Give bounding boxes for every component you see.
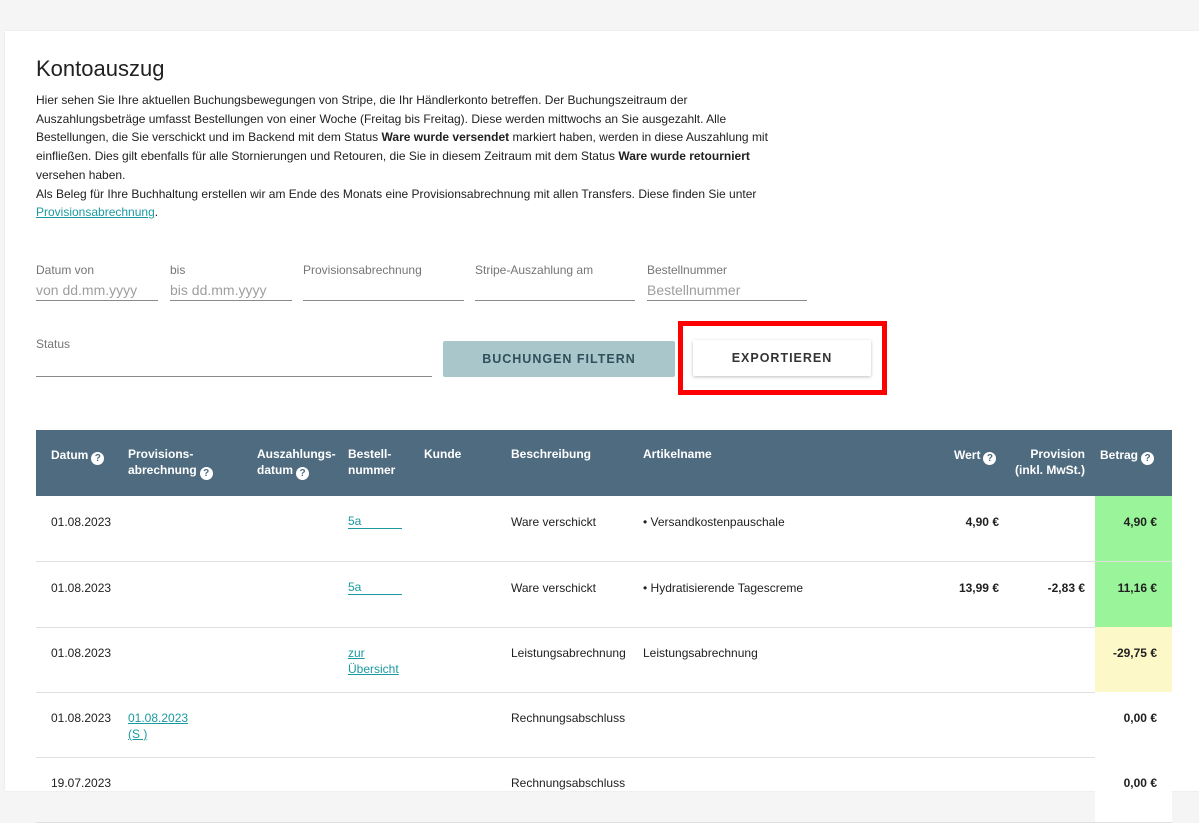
header-beschreibung[interactable]: Beschreibung — [511, 446, 591, 462]
cell-beschreibung: Leistungsabrechnung — [511, 646, 626, 660]
cell-bestellnummer-link[interactable]: 5a — [348, 514, 402, 529]
provisionsabrechnung-select[interactable]: Provisionsabrechnung — [303, 263, 464, 303]
datum-von-input[interactable]: von dd.mm.yyyy — [36, 280, 158, 301]
header-label: Auszahlungs- — [257, 447, 336, 461]
header-artikelname[interactable]: Artikelname — [643, 446, 712, 462]
cell-wert: 13,99 € — [958, 581, 999, 595]
help-icon[interactable]: ? — [199, 467, 213, 480]
header-provisionsabrechnung[interactable]: Provisions-abrechnung? — [128, 446, 213, 480]
header-label: Wert — [954, 448, 981, 462]
datum-von-label: Datum von — [36, 263, 95, 277]
table-header: Datum? Provisions-abrechnung? Auszahlung… — [36, 430, 1172, 496]
cell-bestellnummer-link[interactable]: 5a — [348, 580, 402, 595]
table-row: 01.08.2023 5a Ware verschickt • Hydratisier… — [36, 562, 1172, 628]
cell-datum: 01.08.2023 — [51, 711, 112, 725]
cell-artikelname: Leistungsabrechnung — [643, 646, 758, 660]
cell-beschreibung: Rechnungsabschluss — [511, 711, 626, 725]
bestellnummer-field[interactable]: Bestellnummer Bestellnummer — [647, 263, 807, 303]
header-label: (inkl. MwSt.) — [1015, 463, 1085, 477]
provisionsabrechnung-link[interactable]: Provisionsabrechnung — [36, 205, 155, 219]
cell-betrag: 11,16 € — [1117, 581, 1157, 595]
header-kunde[interactable]: Kunde — [424, 446, 461, 462]
help-icon[interactable]: ? — [983, 452, 997, 465]
export-button[interactable]: EXPORTIEREN — [693, 340, 871, 376]
cell-artikelname: • Hydratisierende Tagescreme — [643, 581, 804, 595]
table-row: 19.07.2023 Rechnungsabschluss 0,00 € — [36, 757, 1172, 823]
status-label: Status — [36, 337, 71, 351]
cell-betrag: 0,00 € — [1123, 711, 1157, 725]
header-betrag[interactable]: Betrag? — [1100, 447, 1155, 465]
cell-beschreibung: Ware verschickt — [511, 515, 596, 529]
header-auszahlungsdatum[interactable]: Auszahlungs-datum? — [257, 446, 336, 480]
link-text: (S ) — [128, 727, 148, 741]
header-label: Provision — [1030, 447, 1085, 461]
bis-field[interactable]: bis bis dd.mm.yyyy — [170, 263, 292, 303]
header-label: Provisions- — [128, 447, 194, 461]
stripe-auszahlung-value[interactable] — [475, 280, 635, 301]
provisionsabrechnung-value[interactable] — [303, 280, 464, 301]
link-text: 5a — [348, 514, 362, 528]
header-provision[interactable]: Provision (inkl. MwSt.) — [1006, 446, 1085, 478]
cell-datum: 01.08.2023 — [51, 515, 112, 529]
cell-artikelname: • Versandkostenpauschale — [643, 515, 785, 529]
cell-beschreibung: Rechnungsabschluss — [511, 776, 626, 790]
header-label: datum — [257, 463, 293, 477]
table-row: 01.08.2023 5a Ware verschickt • Versandkost… — [36, 496, 1172, 562]
link-text: 01.08.2023 — [128, 711, 189, 725]
status-returned-label: Ware wurde retourniert — [618, 149, 750, 164]
status-select[interactable]: Status — [36, 337, 432, 377]
header-datum-label: Datum — [51, 448, 89, 462]
link-text: Übersicht — [348, 662, 399, 676]
cell-bestellnummer-link[interactable] — [348, 710, 402, 726]
intro-part: Als Beleg für Ihre Buchhaltung erstellen… — [36, 186, 757, 201]
table-row: 01.08.2023 zur Übersicht Leistungsabrechnun… — [36, 627, 1172, 693]
help-icon[interactable]: ? — [1141, 452, 1155, 465]
intro-text: Hier sehen Sie Ihre aktuellen Buchungsbe… — [36, 91, 796, 222]
header-label: Betrag — [1100, 448, 1139, 462]
cell-datum: 01.08.2023 — [51, 646, 112, 660]
cell-beschreibung: Ware verschickt — [511, 581, 596, 595]
header-bestellnummer[interactable]: Bestell-nummer — [348, 446, 395, 478]
link-text: 5a — [348, 580, 362, 594]
datum-von-field[interactable]: Datum von von dd.mm.yyyy — [36, 263, 158, 303]
cell-wert: 4,90 € — [965, 515, 999, 529]
bis-label: bis — [170, 263, 186, 277]
header-wert[interactable]: Wert? — [954, 447, 997, 465]
cell-datum: 19.07.2023 — [51, 776, 112, 790]
cell-betrag: 0,00 € — [1123, 776, 1157, 790]
cell-bestellnummer-link[interactable]: zur Übersicht — [348, 645, 402, 677]
header-label: nummer — [348, 463, 396, 477]
table-row: 01.08.2023 01.08.2023 (S ) Rechnungsabschlu… — [36, 692, 1172, 758]
status-sent-label: Ware wurde versendet — [381, 130, 510, 145]
stripe-auszahlung-label: Stripe-Auszahlung am — [475, 263, 594, 277]
status-value[interactable] — [36, 356, 432, 377]
help-icon[interactable]: ? — [91, 452, 105, 465]
help-icon[interactable]: ? — [296, 467, 309, 480]
header-label: Bestell- — [348, 447, 392, 461]
stripe-auszahlung-select[interactable]: Stripe-Auszahlung am — [475, 263, 635, 303]
filter-button[interactable]: BUCHUNGEN FILTERN — [443, 341, 675, 377]
cell-bestellnummer-link[interactable] — [348, 775, 402, 791]
bestellnummer-label: Bestellnummer — [647, 263, 728, 277]
intro-part: . — [154, 205, 159, 220]
header-datum[interactable]: Datum? — [51, 447, 105, 465]
cell-betrag: 4,90 € — [1123, 515, 1157, 529]
cell-betrag: -29,75 € — [1112, 646, 1157, 660]
cell-datum: 01.08.2023 — [51, 581, 112, 595]
provisionsabrechnung-label: Provisionsabrechnung — [303, 263, 422, 277]
bis-input[interactable]: bis dd.mm.yyyy — [170, 280, 292, 301]
intro-part: versehen haben. — [36, 167, 126, 182]
cell-provisionsabrechnung-link[interactable]: 01.08.2023 (S ) — [128, 710, 188, 742]
header-label: abrechnung — [128, 463, 197, 477]
cell-provision: -2,83 € — [1047, 581, 1085, 595]
bestellnummer-input[interactable]: Bestellnummer — [647, 280, 807, 301]
page-title: Kontoauszug — [36, 56, 165, 81]
link-text: zur — [348, 646, 365, 660]
